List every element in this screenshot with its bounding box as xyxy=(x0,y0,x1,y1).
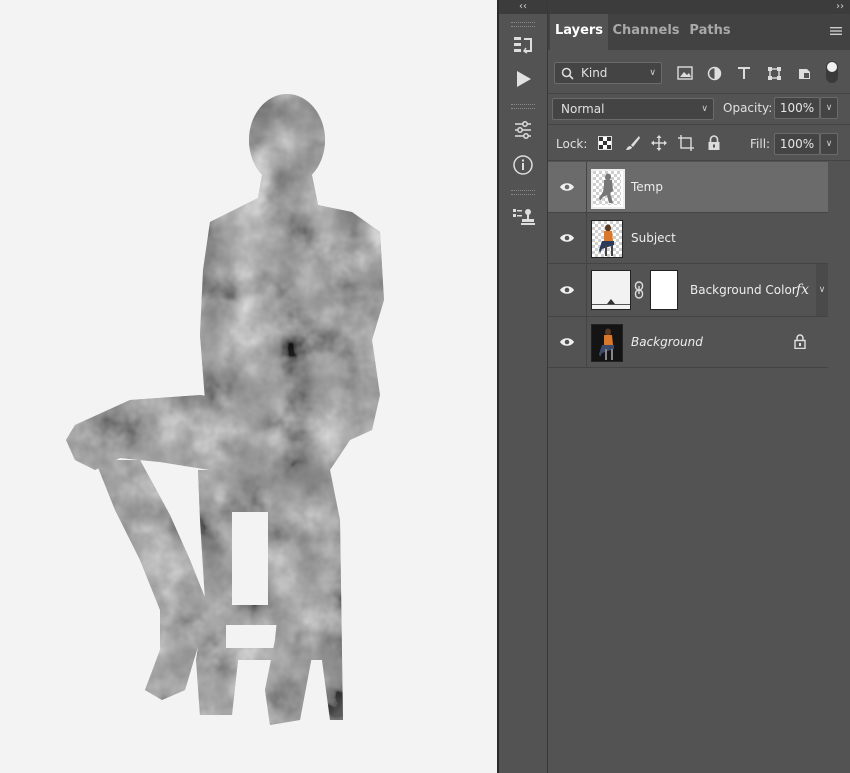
fill-layer-indicator xyxy=(592,304,630,305)
search-icon xyxy=(561,66,574,86)
dock-grip[interactable] xyxy=(511,190,535,195)
document-canvas[interactable] xyxy=(0,0,497,773)
opacity-input[interactable]: 100% xyxy=(774,97,820,119)
filter-toggle-switch[interactable] xyxy=(826,61,838,83)
tab-paths[interactable]: Paths xyxy=(684,14,736,50)
layer-effects-expand-chevron-icon[interactable]: ∨ xyxy=(816,264,828,316)
lock-image-pixels-brush-icon[interactable] xyxy=(624,134,642,152)
fill-label: Fill: xyxy=(750,137,771,151)
mask-link-chain-icon[interactable] xyxy=(634,281,644,303)
collapse-double-chevron-icon[interactable]: ‹‹ xyxy=(499,0,547,14)
filter-kind-dropdown[interactable]: Kind ∨ xyxy=(554,62,662,84)
panel-menu-icon[interactable] xyxy=(830,26,842,38)
layer-name-background[interactable]: Background xyxy=(631,317,703,367)
eye-visibility-icon[interactable] xyxy=(556,213,578,263)
expand-double-chevron-icon[interactable]: ›› xyxy=(836,0,844,14)
panel-dock-strip: ‹‹ xyxy=(499,0,548,773)
dock-grip[interactable] xyxy=(511,104,535,109)
fill-layer-triangle-icon xyxy=(607,299,615,304)
layer-thumbnail-background[interactable] xyxy=(591,324,623,362)
blend-mode-value: Normal xyxy=(561,102,605,116)
opacity-chevron-icon[interactable]: ∨ xyxy=(820,97,838,119)
panel-header[interactable]: ›› xyxy=(548,0,850,14)
layer-row-subject[interactable]: Subject xyxy=(548,213,828,264)
filter-toggle-knob xyxy=(827,62,837,72)
chevron-down-icon: ∨ xyxy=(649,68,656,78)
eye-visibility-icon[interactable] xyxy=(556,317,578,367)
filter-adjustment-icon[interactable] xyxy=(704,64,724,82)
fill-chevron-icon[interactable]: ∨ xyxy=(820,133,838,155)
lock-artboard-icon[interactable] xyxy=(677,134,695,152)
layer-row-temp[interactable]: Temp xyxy=(548,162,828,213)
panel-separator xyxy=(548,93,850,94)
layer-row-background[interactable]: Background xyxy=(548,317,828,368)
layer-name-background-color[interactable]: Background Color xyxy=(690,264,797,316)
filter-type-icon[interactable] xyxy=(734,64,754,82)
filter-shape-icon[interactable] xyxy=(764,64,784,82)
silhouette-artwork xyxy=(66,94,384,725)
layer-name-subject[interactable]: Subject xyxy=(631,213,676,263)
clone-source-stamp-icon[interactable] xyxy=(508,202,538,232)
layer-name-temp[interactable]: Temp xyxy=(631,162,663,212)
eye-visibility-icon[interactable] xyxy=(556,264,578,316)
layers-panel: ›› Layers Channels Paths Kind ∨ Normal ∨… xyxy=(548,0,850,773)
tab-layers[interactable]: Layers xyxy=(550,14,608,50)
opacity-label: Opacity: xyxy=(723,101,773,115)
chevron-down-icon: ∨ xyxy=(701,104,708,114)
lock-transparent-pixels-icon[interactable] xyxy=(596,134,614,152)
filter-smart-object-icon[interactable] xyxy=(794,64,814,82)
layer-mask-thumbnail[interactable] xyxy=(650,270,678,310)
actions-play-icon[interactable] xyxy=(508,64,538,94)
layer-row-background-color[interactable]: Background Color fx xyxy=(548,264,828,317)
eye-visibility-icon[interactable] xyxy=(556,162,578,212)
filter-pixel-image-icon[interactable] xyxy=(675,64,695,82)
layer-thumbnail-temp[interactable] xyxy=(591,169,625,209)
adjustments-sliders-icon[interactable] xyxy=(508,115,538,145)
dock-grip[interactable] xyxy=(511,22,535,27)
lock-all-padlock-icon[interactable] xyxy=(705,134,723,152)
blend-mode-dropdown[interactable]: Normal ∨ xyxy=(552,98,714,120)
layer-thumbnail-subject[interactable] xyxy=(591,220,623,258)
panel-tab-bar: Layers Channels Paths xyxy=(548,14,850,50)
layer-effects-fx-icon[interactable]: fx xyxy=(796,264,809,316)
tab-channels[interactable]: Channels xyxy=(610,14,682,50)
lock-position-move-icon[interactable] xyxy=(650,134,668,152)
filter-kind-label: Kind xyxy=(581,66,608,80)
fill-layer-thumbnail[interactable] xyxy=(591,270,631,310)
lock-label: Lock: xyxy=(556,137,588,151)
panel-separator xyxy=(548,124,850,125)
panel-separator xyxy=(548,160,850,161)
layer-locked-padlock-icon xyxy=(794,334,806,353)
history-icon[interactable] xyxy=(508,30,538,60)
fill-input[interactable]: 100% xyxy=(774,133,820,155)
info-icon[interactable] xyxy=(508,150,538,180)
